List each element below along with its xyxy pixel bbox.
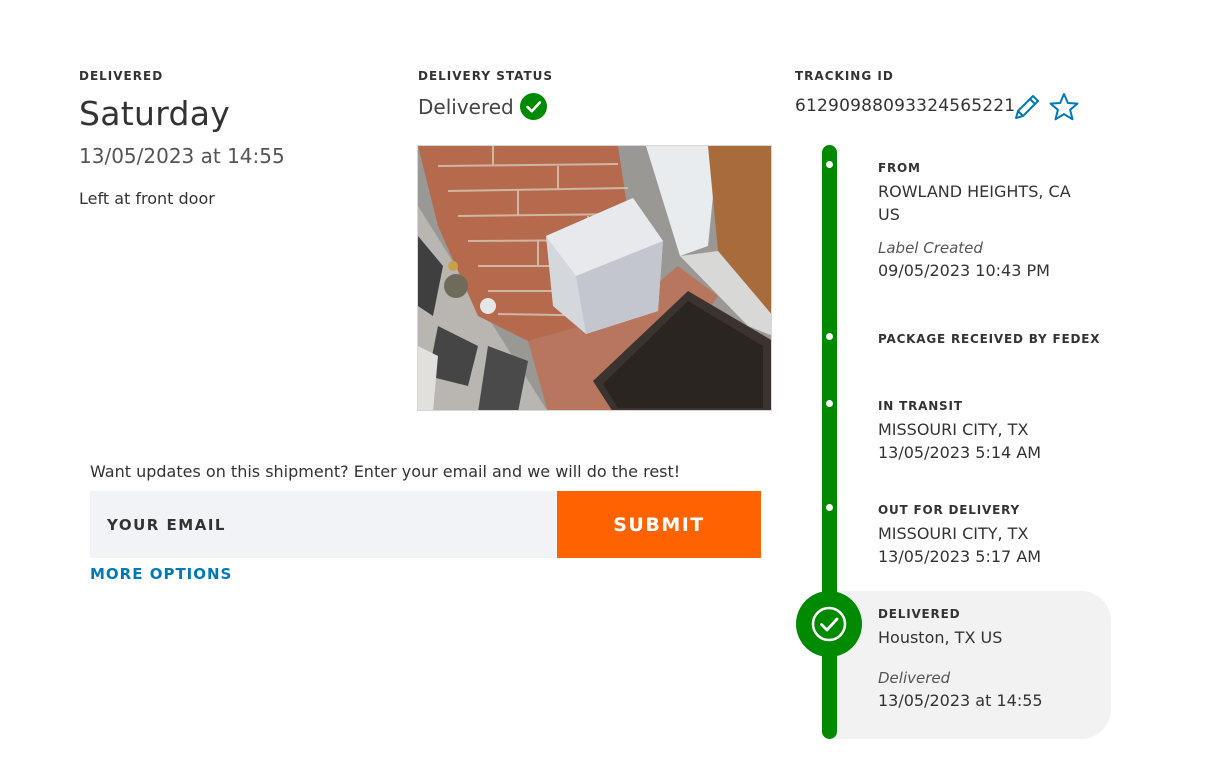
event-from: FROM ROWLAND HEIGHTS, CA US Label Create… xyxy=(878,161,1071,282)
event-transit-location: MISSOURI CITY, TX xyxy=(878,420,1029,439)
event-out-datetime: 13/05/2023 5:17 AM xyxy=(878,547,1042,566)
pencil-icon[interactable] xyxy=(1012,92,1042,122)
delivery-status: Delivered xyxy=(418,93,547,120)
delivery-datetime: 13/05/2023 at 14:55 xyxy=(79,144,285,168)
delivery-status-value: Delivered xyxy=(418,94,514,119)
timeline-dot xyxy=(826,161,833,168)
delivered-caption: DELIVERED xyxy=(79,69,164,83)
event-transit-label: IN TRANSIT xyxy=(878,399,963,413)
delivery-day: Saturday xyxy=(79,94,231,133)
event-from-location: ROWLAND HEIGHTS, CA xyxy=(878,182,1071,201)
event-delivered-sublabel: Delivered xyxy=(878,669,951,687)
delivery-status-caption: DELIVERY STATUS xyxy=(418,69,554,83)
check-circle-icon xyxy=(519,93,547,120)
event-delivered-location: Houston, TX US xyxy=(878,628,1003,647)
email-field[interactable] xyxy=(90,491,557,558)
delivered-check-icon xyxy=(796,591,862,657)
email-field-container xyxy=(90,491,557,558)
event-received-label: PACKAGE RECEIVED BY FEDEX xyxy=(878,332,1101,346)
tracking-number: 612909880933245652​21 xyxy=(795,96,1016,116)
event-from-country: US xyxy=(878,205,900,224)
timeline-dot xyxy=(826,400,833,407)
event-out-location: MISSOURI CITY, TX xyxy=(878,524,1029,543)
submit-button[interactable]: SUBMIT xyxy=(557,491,761,558)
event-in-transit: IN TRANSIT MISSOURI CITY, TX 13/05/2023 … xyxy=(878,399,1041,464)
more-options-link[interactable]: MORE OPTIONS xyxy=(90,565,232,583)
delivery-note: Left at front door xyxy=(79,189,215,208)
event-delivered-datetime: 13/05/2023 at 14:55 xyxy=(878,691,1043,710)
event-out-for-delivery: OUT FOR DELIVERY MISSOURI CITY, TX 13/05… xyxy=(878,503,1041,568)
proof-of-delivery-photo xyxy=(417,145,772,411)
event-out-label: OUT FOR DELIVERY xyxy=(878,503,1020,517)
star-icon[interactable] xyxy=(1048,92,1080,122)
event-from-sublabel: Label Created xyxy=(878,239,983,257)
tracking-id-caption: TRACKING ID xyxy=(795,69,894,83)
event-from-label: FROM xyxy=(878,161,921,175)
event-from-datetime: 09/05/2023 10:43 PM xyxy=(878,261,1050,280)
timeline-dot xyxy=(826,333,833,340)
event-received: PACKAGE RECEIVED BY FEDEX xyxy=(878,332,1100,346)
event-delivered-label: DELIVERED xyxy=(878,607,961,621)
event-transit-datetime: 13/05/2023 5:14 AM xyxy=(878,443,1042,462)
event-delivered: DELIVERED Houston, TX US Delivered 13/05… xyxy=(878,607,1043,712)
timeline-dot xyxy=(826,504,833,511)
updates-prompt: Want updates on this shipment? Enter you… xyxy=(90,462,681,481)
